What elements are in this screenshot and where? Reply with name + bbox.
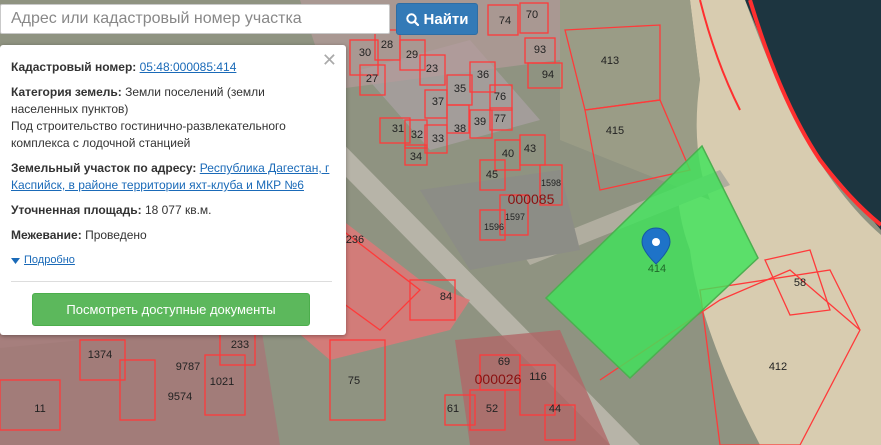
parcel-label: 415 (606, 125, 624, 137)
parcel-label: 413 (601, 55, 619, 67)
parcel-label: 75 (348, 375, 360, 387)
parcel-label: 29 (406, 49, 418, 61)
parcel-label: 61 (447, 403, 459, 415)
parcel-label: 27 (366, 73, 378, 85)
parcel-label: 412 (769, 361, 787, 373)
parcel-label: 70 (526, 9, 538, 21)
more-details-link[interactable]: Подробно (11, 252, 334, 269)
address-row: Земельный участок по адресу: Республика … (11, 160, 334, 194)
parcel-label: 94 (542, 69, 554, 81)
panel-divider (11, 281, 332, 282)
area-value: 18 077 кв.м. (144, 203, 212, 217)
parcel-label: 40 (502, 148, 514, 160)
caret-down-icon (11, 257, 20, 264)
usage-value: Под строительство гостинично-развлекател… (11, 119, 286, 150)
category-row: Категория земель: Земли поселений (земли… (11, 84, 334, 152)
parcel-info-panel: ✕ Кадастровый номер: 05:48:000085:414 Ка… (0, 45, 346, 335)
parcel-label: 44 (549, 403, 561, 415)
quarter-label: 000085 (508, 191, 555, 207)
search-button[interactable]: Найти (396, 3, 478, 35)
parcel-label: 38 (454, 123, 466, 135)
parcel-label: 9787 (176, 361, 200, 373)
area-row: Уточненная площадь: 18 077 кв.м. (11, 202, 334, 219)
survey-value: Проведено (85, 228, 147, 242)
parcel-label: 9574 (168, 391, 192, 403)
parcel-label: 11 (34, 403, 45, 415)
parcel-label: 31 (392, 123, 404, 135)
cadastral-row: Кадастровый номер: 05:48:000085:414 (11, 59, 334, 76)
parcel-label: 1021 (210, 376, 234, 388)
category-label: Категория земель: (11, 85, 122, 99)
cadastral-number-link[interactable]: 05:48:000085:414 (140, 60, 237, 74)
parcel-label: 116 (529, 371, 547, 383)
parcel-label: 1596 (484, 222, 504, 232)
parcel-label: 84 (440, 291, 452, 303)
survey-label: Межевание: (11, 228, 82, 242)
parcel-label: 37 (432, 96, 444, 108)
more-details-label: Подробно (24, 254, 75, 266)
survey-row: Межевание: Проведено (11, 227, 334, 244)
area-label: Уточненная площадь: (11, 203, 142, 217)
parcel-label: 1374 (88, 349, 112, 361)
parcel-label: 43 (524, 143, 536, 155)
parcel-label: 76 (494, 91, 506, 103)
selected-parcel-label: 414 (648, 263, 666, 275)
parcel-label: 93 (534, 44, 546, 56)
cadastral-label: Кадастровый номер: (11, 60, 137, 74)
search-box[interactable] (0, 4, 390, 34)
parcel-label: 233 (231, 339, 249, 351)
parcel-label: 34 (410, 151, 422, 163)
view-documents-button[interactable]: Посмотреть доступные документы (32, 293, 310, 326)
parcel-label: 69 (498, 356, 510, 368)
parcel-label: 39 (474, 116, 486, 128)
parcel-label: 23 (426, 63, 438, 75)
quarter-label: 000026 (475, 371, 522, 387)
parcel-label: 1598 (541, 178, 561, 188)
address-label: Земельный участок по адресу: (11, 161, 197, 175)
parcel-label: 36 (477, 69, 489, 81)
parcel-label: 45 (486, 169, 498, 181)
search-button-label: Найти (423, 10, 469, 28)
parcel-label: 32 (411, 129, 423, 141)
parcel-label: 33 (432, 133, 444, 145)
parcel-label: 35 (454, 83, 466, 95)
parcel-label: 52 (486, 403, 498, 415)
parcel-label: 58 (794, 277, 806, 289)
parcel-label: 74 (499, 15, 511, 27)
parcel-label: 236 (346, 234, 364, 246)
parcel-label: 77 (494, 113, 506, 125)
parcel-label: 28 (381, 39, 393, 51)
search-icon (405, 12, 419, 26)
close-icon[interactable]: ✕ (322, 51, 337, 69)
parcel-label: 1597 (505, 212, 525, 222)
parcel-label: 30 (359, 47, 371, 59)
search-input[interactable] (1, 5, 389, 33)
